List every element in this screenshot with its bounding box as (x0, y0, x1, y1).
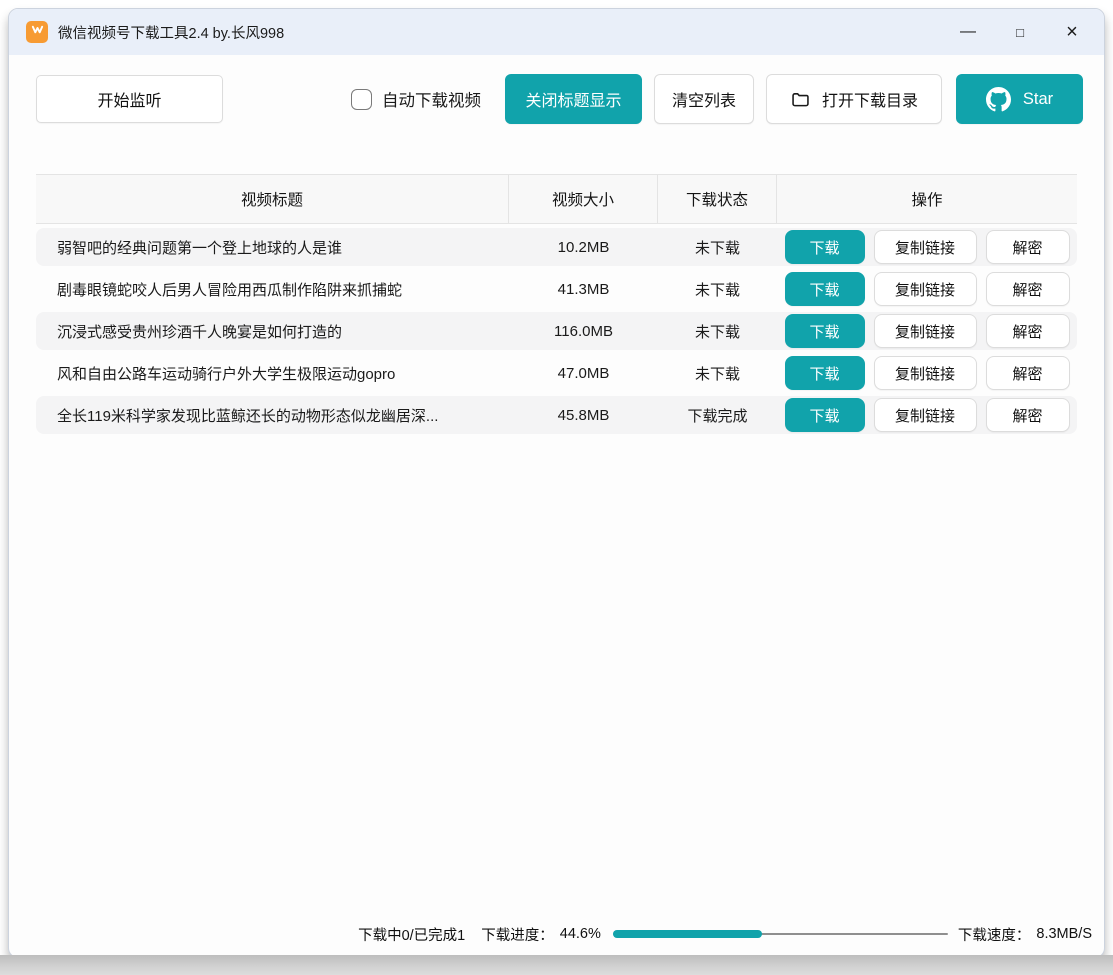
decrypt-button[interactable]: 解密 (986, 356, 1070, 390)
video-size: 41.3MB (509, 281, 658, 298)
auto-download-group[interactable]: 自动下载视频 (351, 87, 481, 111)
auto-download-label: 自动下载视频 (382, 87, 481, 111)
app-window: 微信视频号下载工具2.4 by.长风998 — □ × 开始监听 自动下载视频 … (8, 8, 1105, 958)
close-button[interactable]: × (1046, 9, 1098, 55)
download-button[interactable]: 下载 (785, 314, 865, 348)
row-actions: 下载 复制链接 解密 (777, 272, 1077, 306)
open-download-dir-button[interactable]: 打开下载目录 (766, 74, 942, 124)
copy-link-button[interactable]: 复制链接 (874, 272, 977, 306)
speed-label: 下载速度： (958, 924, 1031, 945)
row-actions: 下载 复制链接 解密 (777, 398, 1077, 432)
row-actions: 下载 复制链接 解密 (777, 356, 1077, 390)
video-title: 沉浸式感受贵州珍酒千人晚宴是如何打造的 (36, 321, 509, 342)
row-actions: 下载 复制链接 解密 (777, 314, 1077, 348)
window-controls: — □ × (942, 9, 1104, 55)
progress-fill (613, 930, 762, 938)
header-download-status: 下载状态 (658, 175, 777, 223)
decrypt-button[interactable]: 解密 (986, 398, 1070, 432)
progress-label: 下载进度： (481, 924, 554, 945)
download-counts: 下载中0/已完成1 (358, 924, 465, 945)
copy-link-button[interactable]: 复制链接 (874, 398, 977, 432)
header-video-title: 视频标题 (36, 175, 509, 223)
video-table: 视频标题 视频大小 下载状态 操作 弱智吧的经典问题第一个登上地球的人是谁 10… (36, 174, 1077, 438)
table-row: 弱智吧的经典问题第一个登上地球的人是谁 10.2MB 未下载 下载 复制链接 解… (36, 228, 1077, 266)
download-button[interactable]: 下载 (785, 230, 865, 264)
video-size: 47.0MB (509, 365, 658, 382)
decrypt-button[interactable]: 解密 (986, 314, 1070, 348)
download-status: 未下载 (658, 237, 777, 258)
start-listen-button[interactable]: 开始监听 (36, 75, 223, 123)
video-title: 剧毒眼镜蛇咬人后男人冒险用西瓜制作陷阱来抓捕蛇 (36, 279, 509, 300)
status-bar: 下载中0/已完成1 下载进度： 44.6% 下载速度： 8.3MB/S (9, 917, 1104, 957)
copy-link-button[interactable]: 复制链接 (874, 314, 977, 348)
video-title: 弱智吧的经典问题第一个登上地球的人是谁 (36, 237, 509, 258)
table-row: 沉浸式感受贵州珍酒千人晚宴是如何打造的 116.0MB 未下载 下载 复制链接 … (36, 312, 1077, 350)
video-size: 10.2MB (509, 239, 658, 256)
download-button[interactable]: 下载 (785, 356, 865, 390)
table-row: 风和自由公路车运动骑行户外大学生极限运动gopro 47.0MB 未下载 下载 … (36, 354, 1077, 392)
header-video-size: 视频大小 (509, 175, 658, 223)
maximize-button[interactable]: □ (994, 9, 1046, 55)
copy-link-button[interactable]: 复制链接 (874, 230, 977, 264)
row-actions: 下载 复制链接 解密 (777, 230, 1077, 264)
progress-bar (613, 930, 948, 938)
table-row: 全长119米科学家发现比蓝鲸还长的动物形态似龙幽居深... 45.8MB 下载完… (36, 396, 1077, 434)
window-title: 微信视频号下载工具2.4 by.长风998 (58, 22, 284, 43)
download-status: 下载完成 (658, 405, 777, 426)
video-title: 风和自由公路车运动骑行户外大学生极限运动gopro (36, 363, 509, 384)
wechat-channels-icon (30, 22, 45, 42)
copy-link-button[interactable]: 复制链接 (874, 356, 977, 390)
decrypt-button[interactable]: 解密 (986, 230, 1070, 264)
table-body: 弱智吧的经典问题第一个登上地球的人是谁 10.2MB 未下载 下载 复制链接 解… (36, 228, 1077, 434)
title-bar: 微信视频号下载工具2.4 by.长风998 — □ × (9, 9, 1104, 55)
toolbar: 开始监听 自动下载视频 关闭标题显示 清空列表 打开下载目录 Star (9, 74, 1104, 124)
download-button[interactable]: 下载 (785, 272, 865, 306)
download-status: 未下载 (658, 321, 777, 342)
folder-icon (790, 89, 811, 110)
minimize-button[interactable]: — (942, 9, 994, 55)
window-drop-shadow (0, 955, 1113, 975)
header-actions: 操作 (777, 175, 1077, 223)
speed-value: 8.3MB/S (1036, 926, 1092, 942)
auto-download-checkbox[interactable] (351, 89, 372, 110)
github-star-button[interactable]: Star (956, 74, 1083, 124)
download-button[interactable]: 下载 (785, 398, 865, 432)
open-download-dir-label: 打开下载目录 (822, 87, 918, 111)
close-title-display-button[interactable]: 关闭标题显示 (505, 74, 642, 124)
download-status: 未下载 (658, 279, 777, 300)
download-status: 未下载 (658, 363, 777, 384)
video-size: 116.0MB (509, 323, 658, 340)
video-size: 45.8MB (509, 407, 658, 424)
progress-value: 44.6% (560, 926, 601, 942)
clear-list-button[interactable]: 清空列表 (654, 74, 754, 124)
table-header: 视频标题 视频大小 下载状态 操作 (36, 174, 1077, 224)
video-title: 全长119米科学家发现比蓝鲸还长的动物形态似龙幽居深... (36, 405, 509, 426)
github-star-label: Star (1023, 90, 1053, 109)
table-row: 剧毒眼镜蛇咬人后男人冒险用西瓜制作陷阱来抓捕蛇 41.3MB 未下载 下载 复制… (36, 270, 1077, 308)
decrypt-button[interactable]: 解密 (986, 272, 1070, 306)
app-icon (26, 21, 48, 43)
github-icon (986, 87, 1011, 112)
